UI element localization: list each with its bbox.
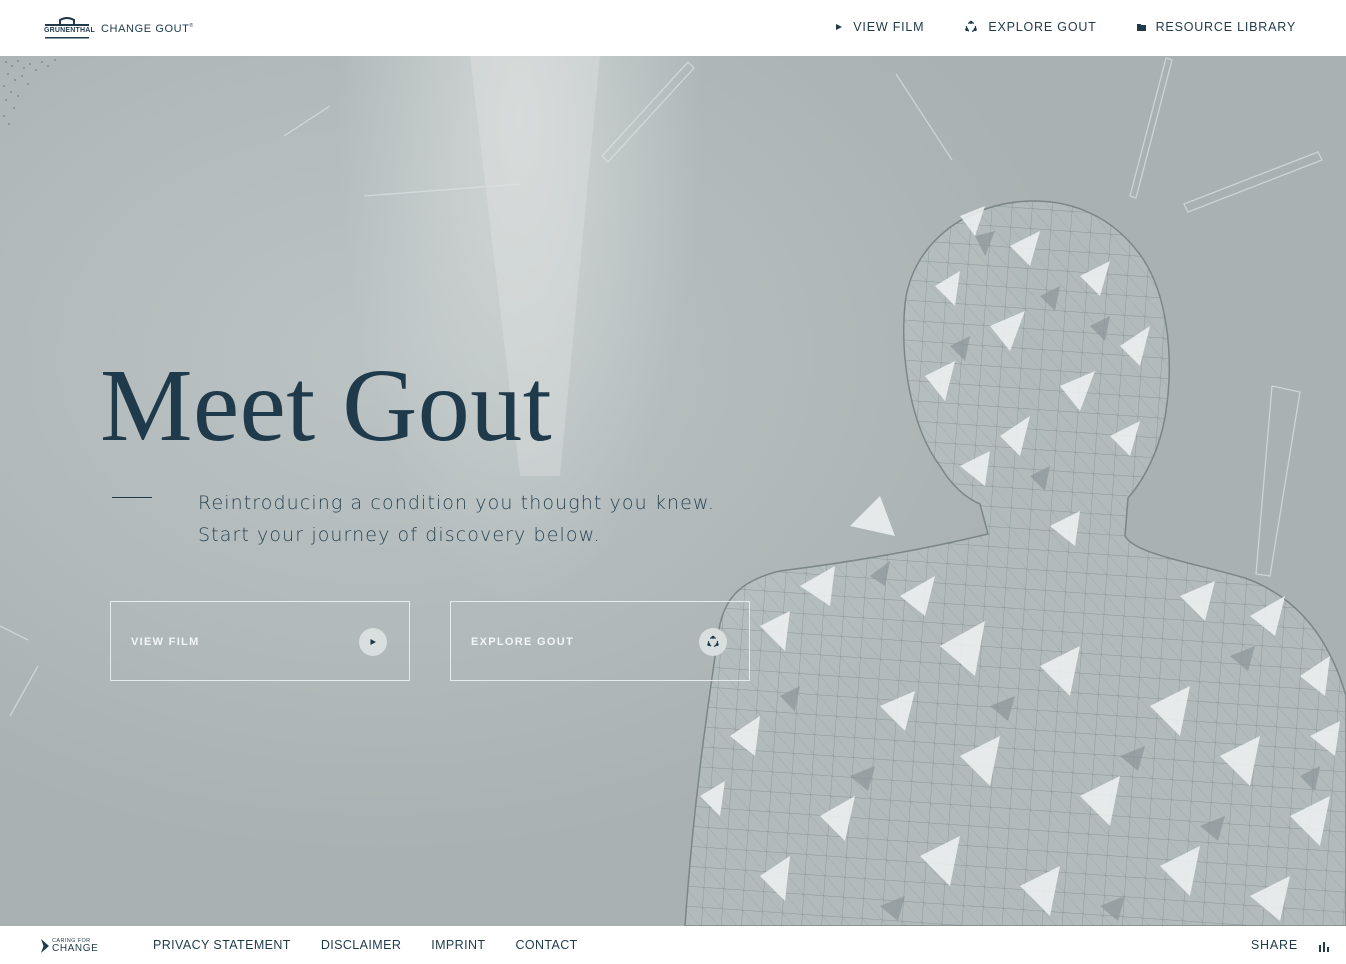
share-button[interactable]: SHARE	[1251, 938, 1298, 952]
change-gout-logo[interactable]: CHANGE GOUT®	[101, 23, 194, 35]
footer-link-contact[interactable]: CONTACT	[515, 938, 577, 952]
explore-gout-button-label: EXPLORE GOUT	[471, 636, 574, 648]
dot-texture	[3, 59, 56, 125]
hero-section: Meet Gout Reintroducing a condition you …	[0, 56, 1346, 926]
site-footer: CARING FOR CHANGE PRIVACY STATEMENT DISC…	[0, 926, 1346, 964]
hero-subtitle: Reintroducing a condition you thought yo…	[198, 487, 715, 551]
page-title: Meet Gout	[100, 348, 553, 463]
explore-gout-button-icon	[699, 628, 727, 656]
play-icon	[370, 639, 376, 645]
hero-subtitle-line-1: Reintroducing a condition you thought yo…	[198, 492, 715, 514]
view-film-button[interactable]: VIEW FILM	[110, 601, 410, 681]
molecule-icon	[707, 635, 719, 648]
trademark-mark: ®	[189, 23, 194, 29]
grunenthal-logo-text: GRUNENTHAL	[44, 27, 95, 34]
footer-link-privacy-statement[interactable]: PRIVACY STATEMENT	[153, 938, 291, 952]
site-header: GRUNENTHAL CHANGE GOUT® VIEW FILM EXPLOR…	[0, 0, 1346, 56]
nav-view-film[interactable]: VIEW FILM	[835, 20, 924, 34]
nav-resource-library-label: RESOURCE LIBRARY	[1155, 20, 1296, 34]
figure-mesh	[684, 200, 1346, 926]
folder-icon	[1136, 24, 1146, 31]
view-film-button-label: VIEW FILM	[131, 636, 200, 648]
nav-view-film-label: VIEW FILM	[853, 20, 925, 34]
footer-nav: PRIVACY STATEMENT DISCLAIMER IMPRINT CON…	[153, 938, 578, 952]
caring-logo-line-2: CHANGE	[52, 943, 99, 954]
explore-gout-button[interactable]: EXPLORE GOUT	[450, 601, 750, 681]
caring-for-change-logo[interactable]: CARING FOR CHANGE	[40, 938, 110, 954]
main-nav: VIEW FILM EXPLORE GOUT RESOURCE LIBRARY	[835, 20, 1296, 34]
chevron-right-icon	[41, 939, 49, 953]
play-icon	[836, 24, 843, 30]
footer-link-imprint[interactable]: IMPRINT	[431, 938, 485, 952]
change-gout-logo-text: CHANGE GOUT	[101, 23, 190, 35]
nav-explore-gout-label: EXPLORE GOUT	[988, 20, 1097, 34]
molecule-icon	[965, 20, 978, 33]
bar-chart-icon[interactable]	[1318, 940, 1330, 952]
nav-resource-library[interactable]: RESOURCE LIBRARY	[1136, 20, 1296, 34]
subtitle-divider	[112, 497, 152, 498]
hero-subtitle-line-2: Start your journey of discovery below.	[198, 524, 601, 546]
view-film-button-icon	[359, 628, 387, 656]
footer-link-disclaimer[interactable]: DISCLAIMER	[321, 938, 401, 952]
grunenthal-logo[interactable]: GRUNENTHAL	[44, 15, 95, 41]
nav-explore-gout[interactable]: EXPLORE GOUT	[964, 20, 1096, 34]
